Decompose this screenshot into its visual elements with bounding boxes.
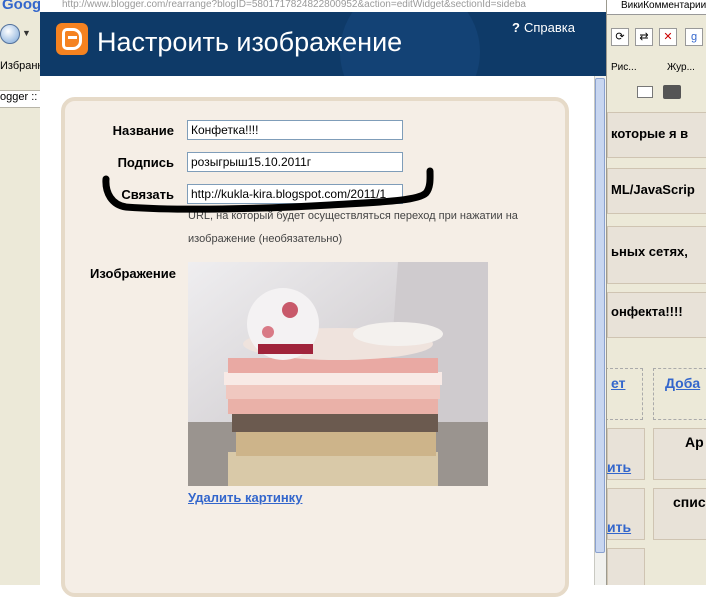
close-icon[interactable]: ✕ <box>659 28 677 46</box>
add-gadget-link[interactable]: Доба <box>665 375 700 391</box>
sync-icon[interactable]: ⇄ <box>635 28 653 46</box>
delete-image-link[interactable]: Удалить картинку <box>188 490 302 505</box>
scrollbar-thumb[interactable] <box>595 78 605 553</box>
block-text: онфекта!!!! <box>611 304 683 319</box>
refresh-icon[interactable]: ⟳ <box>611 28 629 46</box>
block-text: ML/JavaScrip <box>611 182 695 197</box>
favorites-tab[interactable]: Избранн <box>0 60 40 78</box>
google-icon[interactable]: g <box>685 28 703 46</box>
blogger-logo-icon <box>56 23 88 55</box>
blogger-tab[interactable]: ogger :: <box>0 90 40 108</box>
name-label: Название <box>112 123 174 138</box>
print-icon[interactable] <box>663 85 681 99</box>
scribble-mark <box>102 167 434 213</box>
block-text: Ар <box>685 434 704 450</box>
block-text: спис <box>673 494 706 510</box>
toolbar-item-pictures[interactable]: Рис... <box>611 62 637 73</box>
help-icon: ? <box>512 20 520 35</box>
background-browser-right: ВикиКомментарии ⟳ ⇄ ✕ g Рис... Жур... ко… <box>606 0 706 585</box>
block-text: ьных сетях, <box>611 244 688 259</box>
page-title: Настроить изображение <box>97 27 403 57</box>
edit-link[interactable]: ить <box>607 519 631 535</box>
layout-block <box>607 548 645 585</box>
name-input[interactable]: Конфетка!!!! <box>187 120 403 140</box>
background-tab[interactable]: ВикиКомментарии <box>607 0 706 15</box>
background-tab-label: ВикиКомментарии <box>621 0 706 11</box>
popup-header: Настроить изображение ? Справка <box>40 12 606 76</box>
help-link[interactable]: ? Справка <box>512 20 575 35</box>
mail-icon[interactable] <box>637 86 653 98</box>
chevron-down-icon[interactable]: ▼ <box>22 28 31 38</box>
image-label: Изображение <box>90 266 176 281</box>
edit-link[interactable]: ить <box>607 459 631 475</box>
toolbar-item-journal[interactable]: Жур... <box>667 62 695 73</box>
help-label: Справка <box>523 20 575 35</box>
background-browser-left: Google ▼ Избранн ogger :: <box>0 0 54 585</box>
block-text: которые я в <box>611 126 689 141</box>
block-link[interactable]: ет <box>611 375 625 391</box>
uploaded-image <box>188 262 488 486</box>
back-icon[interactable] <box>0 24 20 44</box>
address-url: http://www.blogger.com/rearrange?blogID=… <box>62 0 526 10</box>
